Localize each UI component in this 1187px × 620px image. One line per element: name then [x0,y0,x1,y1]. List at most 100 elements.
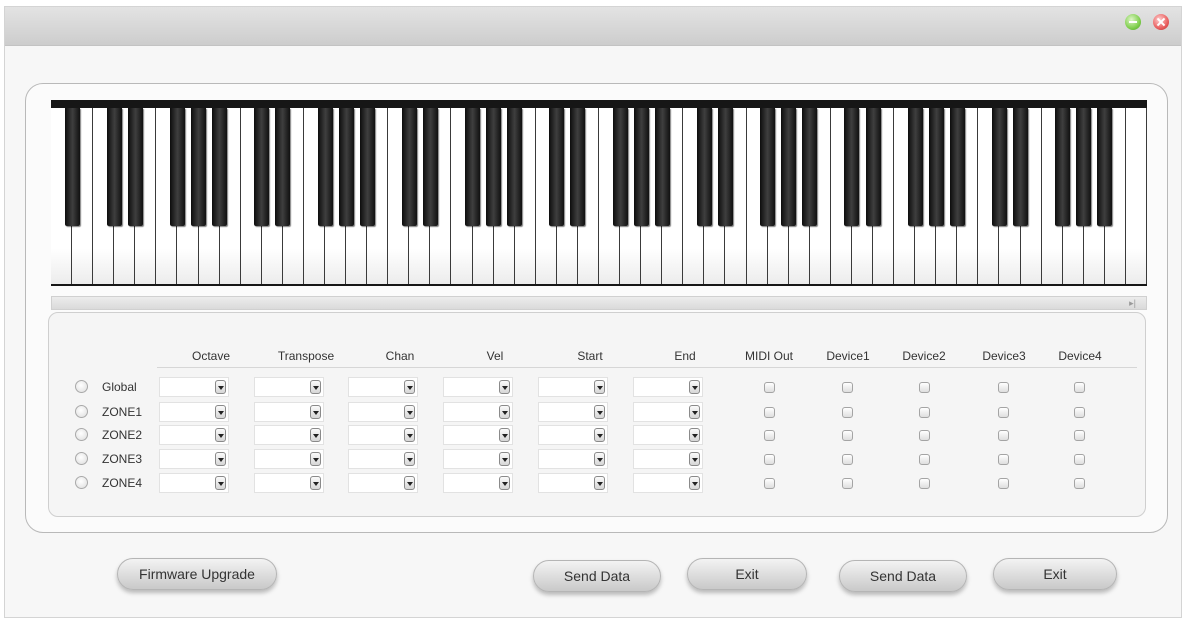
zone-dropdown[interactable] [254,377,324,397]
output-checkbox[interactable] [764,430,775,441]
zone-dropdown[interactable] [443,449,513,469]
black-key[interactable] [106,108,122,226]
black-key[interactable] [907,108,923,226]
minimize-icon[interactable] [1125,14,1141,30]
output-checkbox[interactable] [1074,407,1085,418]
zone-dropdown[interactable] [538,473,608,493]
chevron-down-icon[interactable] [594,380,605,394]
zone-dropdown[interactable] [159,377,229,397]
zone-dropdown[interactable] [633,425,703,445]
output-checkbox[interactable] [842,430,853,441]
black-key[interactable] [401,108,417,226]
zone-radio[interactable] [75,428,88,441]
black-key[interactable] [169,108,185,226]
zone-dropdown[interactable] [348,473,418,493]
output-checkbox[interactable] [1074,454,1085,465]
black-key[interactable] [64,108,80,226]
black-key[interactable] [212,108,228,226]
close-icon[interactable] [1153,14,1169,30]
chevron-down-icon[interactable] [215,428,226,442]
chevron-down-icon[interactable] [215,452,226,466]
chevron-down-icon[interactable] [689,452,700,466]
black-key[interactable] [359,108,375,226]
output-checkbox[interactable] [998,478,1009,489]
output-checkbox[interactable] [919,454,930,465]
send-data-button-2[interactable]: Send Data [839,560,967,592]
output-checkbox[interactable] [1074,430,1085,441]
black-key[interactable] [760,108,776,226]
chevron-down-icon[interactable] [404,380,415,394]
output-checkbox[interactable] [919,430,930,441]
output-checkbox[interactable] [1074,478,1085,489]
output-checkbox[interactable] [842,454,853,465]
exit-button-2[interactable]: Exit [993,558,1117,590]
output-checkbox[interactable] [919,382,930,393]
chevron-down-icon[interactable] [215,476,226,490]
firmware-upgrade-button[interactable]: Firmware Upgrade [117,558,277,590]
black-key[interactable] [844,108,860,226]
output-checkbox[interactable] [842,478,853,489]
chevron-down-icon[interactable] [689,476,700,490]
black-key[interactable] [465,108,481,226]
chevron-down-icon[interactable] [215,405,226,419]
zone-dropdown[interactable] [443,425,513,445]
black-key[interactable] [338,108,354,226]
black-key[interactable] [1055,108,1071,226]
send-data-button[interactable]: Send Data [533,560,661,592]
chevron-down-icon[interactable] [689,380,700,394]
black-key[interactable] [949,108,965,226]
zone-dropdown[interactable] [254,402,324,422]
zone-dropdown[interactable] [348,402,418,422]
zone-dropdown[interactable] [443,473,513,493]
output-checkbox[interactable] [1074,382,1085,393]
output-checkbox[interactable] [764,454,775,465]
output-checkbox[interactable] [998,407,1009,418]
black-key[interactable] [1013,108,1029,226]
zone-dropdown[interactable] [159,402,229,422]
zone-dropdown[interactable] [538,425,608,445]
chevron-down-icon[interactable] [310,380,321,394]
zone-dropdown[interactable] [633,473,703,493]
black-key[interactable] [928,108,944,226]
zone-dropdown[interactable] [254,449,324,469]
black-key[interactable] [507,108,523,226]
chevron-down-icon[interactable] [594,476,605,490]
output-checkbox[interactable] [764,478,775,489]
black-key[interactable] [633,108,649,226]
zone-dropdown[interactable] [159,473,229,493]
black-key[interactable] [486,108,502,226]
black-key[interactable] [612,108,628,226]
black-key[interactable] [570,108,586,226]
keyboard-scrollbar[interactable]: ▸| [51,296,1147,310]
black-key[interactable] [275,108,291,226]
zone-dropdown[interactable] [633,402,703,422]
zone-dropdown[interactable] [538,377,608,397]
chevron-down-icon[interactable] [594,452,605,466]
output-checkbox[interactable] [998,382,1009,393]
white-key[interactable] [1125,108,1147,284]
zone-dropdown[interactable] [538,449,608,469]
chevron-down-icon[interactable] [404,405,415,419]
zone-dropdown[interactable] [348,425,418,445]
exit-button[interactable]: Exit [687,558,807,590]
output-checkbox[interactable] [842,407,853,418]
black-key[interactable] [1076,108,1092,226]
chevron-down-icon[interactable] [594,428,605,442]
chevron-down-icon[interactable] [404,428,415,442]
zone-dropdown[interactable] [159,449,229,469]
black-key[interactable] [422,108,438,226]
zone-radio[interactable] [75,380,88,393]
zone-dropdown[interactable] [348,449,418,469]
output-checkbox[interactable] [764,407,775,418]
chevron-down-icon[interactable] [499,405,510,419]
zone-dropdown[interactable] [633,449,703,469]
output-checkbox[interactable] [919,407,930,418]
scroll-end-icon[interactable]: ▸| [1129,298,1136,309]
zone-radio[interactable] [75,405,88,418]
black-key[interactable] [781,108,797,226]
zone-radio[interactable] [75,476,88,489]
zone-dropdown[interactable] [443,377,513,397]
chevron-down-icon[interactable] [499,452,510,466]
output-checkbox[interactable] [764,382,775,393]
chevron-down-icon[interactable] [499,428,510,442]
